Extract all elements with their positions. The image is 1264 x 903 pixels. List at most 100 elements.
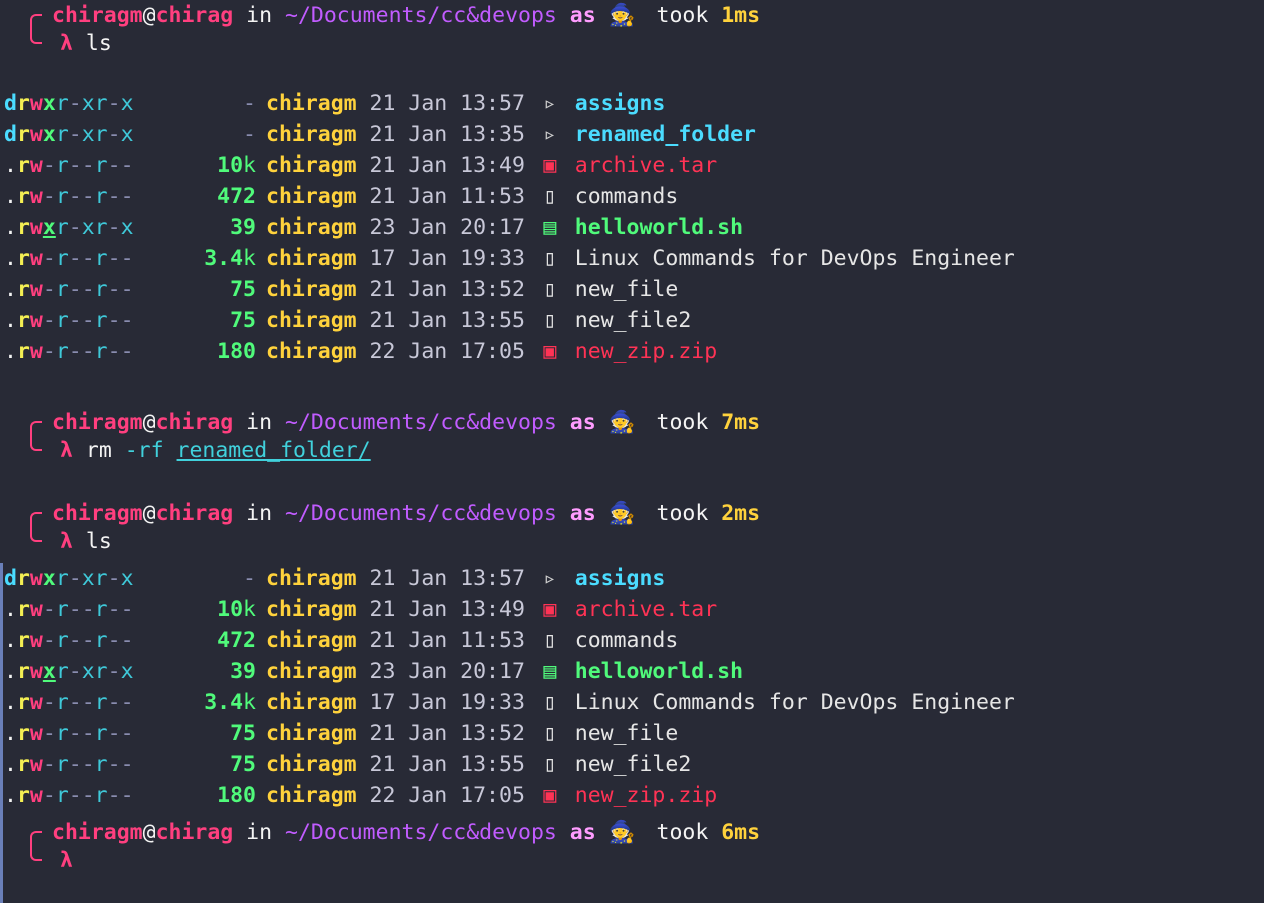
file-name: new_zip.zip	[561, 339, 718, 364]
file-owner: chiragm	[266, 122, 357, 147]
perm-char: -	[81, 783, 95, 808]
prompt-user: chiragm	[52, 3, 143, 28]
permissions: .rw-r--r--	[4, 594, 176, 625]
perm-char: w	[29, 628, 43, 653]
file-name: commands	[561, 628, 679, 653]
file-size: 472	[176, 625, 256, 656]
perm-char: x	[120, 566, 134, 591]
perm-char: r	[55, 721, 69, 746]
perm-char: w	[29, 566, 43, 591]
perm-char: -	[120, 721, 134, 746]
prompt-user: chiragm	[52, 820, 143, 845]
size-num: 3.4	[204, 246, 244, 271]
prompt-took: took	[630, 3, 722, 28]
prompt-at: @	[142, 501, 156, 526]
list-item: .rw-r--r-- 472 chiragm 21 Jan 11:53 ▯ comm…	[4, 181, 678, 212]
permissions: .rw-r--r--	[4, 780, 176, 811]
perm-char: r	[94, 339, 108, 364]
list-item: .rw-r--r-- 3.4k chiragm 17 Jan 19:33 ▯ Lin…	[4, 687, 1015, 718]
terminal-window[interactable]: chiragm@chirag in ~/Documents/cc&devops …	[0, 0, 1264, 903]
file-owner: chiragm	[266, 308, 357, 333]
perm-char: -	[68, 566, 82, 591]
list-item: .rw-r--r-- 472 chiragm 21 Jan 11:53 ▯ comm…	[4, 625, 678, 656]
prompt-path: ~/Documents/cc&devops	[285, 501, 557, 526]
permissions: .rw-r--r--	[4, 625, 176, 656]
perm-char: -	[107, 659, 121, 684]
perm-char: x	[120, 91, 134, 116]
perm-char: -	[107, 91, 121, 116]
lambda-icon: λ	[60, 438, 73, 463]
list-item: .rw-r--r-- 75 chiragm 21 Jan 13:55 ▯ new_f…	[4, 749, 691, 780]
perm-char: r	[55, 184, 69, 209]
perm-char: -	[42, 339, 56, 364]
file-date: 23 Jan 20:17	[356, 215, 538, 240]
perm-char: -	[42, 277, 56, 302]
file-owner: chiragm	[266, 721, 357, 746]
perm-char: -	[42, 721, 56, 746]
perm-char: -	[68, 721, 82, 746]
file-name: new_file	[561, 721, 679, 746]
list-item: .rwxr-xr-x 39 chiragm 23 Jan 20:17 ▤ hello…	[4, 656, 743, 687]
perm-char: -	[81, 628, 95, 653]
size-unit: k	[243, 246, 256, 271]
perm-char: r	[16, 246, 30, 271]
perm-char: w	[29, 91, 43, 116]
perm-char: -	[107, 308, 121, 333]
size-num: 75	[230, 752, 256, 777]
prompt-duration: 2ms	[721, 501, 761, 526]
perm-char: d	[4, 566, 17, 591]
perm-char: r	[94, 122, 108, 147]
file-size: 75	[176, 718, 256, 749]
file-size: 75	[176, 274, 256, 305]
folder-icon: ▹	[543, 91, 557, 116]
perm-char: r	[16, 153, 30, 178]
file-owner: chiragm	[266, 184, 357, 209]
file-size: 10k	[176, 150, 256, 181]
document-icon: ▯	[543, 308, 557, 333]
list-item: drwxr-xr-x - chiragm 21 Jan 13:57 ▹ assign…	[4, 563, 665, 594]
file-name: assigns	[561, 91, 666, 116]
prompt-header: chiragm@chirag in ~/Documents/cc&devops …	[52, 498, 760, 529]
perm-char: x	[42, 566, 56, 591]
perm-char: -	[107, 246, 121, 271]
perm-char: -	[68, 277, 82, 302]
script-icon: ▤	[543, 215, 557, 240]
perm-char: r	[94, 721, 108, 746]
permissions: .rw-r--r--	[4, 718, 176, 749]
perm-char: r	[16, 721, 30, 746]
command-line: λ	[60, 845, 73, 876]
size-dash: -	[243, 91, 256, 116]
file-name: renamed_folder	[561, 122, 756, 147]
file-owner: chiragm	[266, 153, 357, 178]
prompt-duration: 6ms	[721, 820, 761, 845]
size-num: 39	[230, 659, 256, 684]
prompt-bracket	[30, 421, 42, 451]
perm-char: r	[16, 628, 30, 653]
file-date: 21 Jan 13:55	[356, 752, 538, 777]
perm-char: -	[81, 246, 95, 271]
perm-char: r	[16, 122, 30, 147]
file-size: 3.4k	[176, 687, 256, 718]
size-unit: k	[243, 597, 256, 622]
perm-char: r	[55, 246, 69, 271]
permissions: .rw-r--r--	[4, 687, 176, 718]
file-owner: chiragm	[266, 91, 357, 116]
file-size: 10k	[176, 594, 256, 625]
perm-char: x	[42, 659, 56, 684]
prompt-bracket	[30, 512, 42, 542]
command-name: ls	[72, 31, 112, 56]
perm-char: x	[81, 215, 95, 240]
document-icon: ▯	[543, 246, 557, 271]
file-date: 17 Jan 19:33	[356, 246, 538, 271]
prompt-path: ~/Documents/cc&devops	[285, 3, 557, 28]
perm-char: -	[107, 721, 121, 746]
file-size: 472	[176, 181, 256, 212]
prompt-in: in	[233, 3, 286, 28]
perm-char: -	[120, 184, 134, 209]
perm-char: -	[42, 246, 56, 271]
perm-char: -	[42, 308, 56, 333]
perm-char: r	[55, 122, 69, 147]
permissions: .rw-r--r--	[4, 181, 176, 212]
perm-char: -	[42, 752, 56, 777]
perm-char: -	[68, 339, 82, 364]
